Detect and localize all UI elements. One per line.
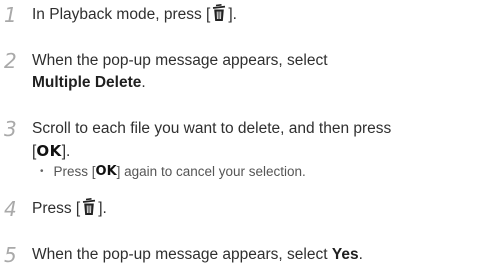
ok-button-glyph: OK <box>36 142 62 160</box>
step-text-after: ]. <box>98 200 107 217</box>
step-3-note: • Press [OK] again to cancel your select… <box>40 163 306 181</box>
step-text-after: . <box>358 246 363 263</box>
step-number: 1 <box>4 3 17 27</box>
multiple-delete-label: Multiple Delete <box>32 74 142 91</box>
trash-icon <box>83 198 96 215</box>
step-2: 2 When the pop-up message appears, selec… <box>4 50 482 94</box>
step-text-line1: Scroll to each file you want to delete, … <box>32 120 392 137</box>
step-text-after: ]. <box>228 6 237 23</box>
step-text-line1: When the pop-up message appears, select <box>32 52 328 69</box>
step-text-before: In Playback mode, press [ <box>32 6 211 23</box>
note-text-before: Press [ <box>53 164 96 179</box>
step-1: 1 In Playback mode, press [ ]. <box>4 4 482 26</box>
step-text: Press [ ]. <box>32 198 482 220</box>
note-text-after: ] again to cancel your selection. <box>116 164 306 179</box>
ok-button-glyph: OK <box>95 164 117 179</box>
step-text: In Playback mode, press [ ]. <box>32 4 482 26</box>
step-5: 5 When the pop-up message appears, selec… <box>4 244 482 266</box>
step-number: 4 <box>4 197 17 221</box>
step-text-before: Press [ <box>32 200 81 217</box>
step-number: 3 <box>4 117 17 141</box>
step-text-before: When the pop-up message appears, select <box>32 246 332 263</box>
step-number: 2 <box>4 49 17 73</box>
step-number: 5 <box>4 243 17 267</box>
step-4: 4 Press [ ]. <box>4 198 482 220</box>
step-3: 3 Scroll to each file you want to delete… <box>4 118 482 163</box>
step-text: When the pop-up message appears, select … <box>32 244 482 266</box>
step-text: Scroll to each file you want to delete, … <box>32 118 482 163</box>
step-text: When the pop-up message appears, select … <box>32 50 482 94</box>
bullet: • <box>40 166 44 177</box>
step-text-after: . <box>141 74 146 91</box>
trash-icon <box>213 4 226 21</box>
bracket-close: ]. <box>61 143 71 160</box>
yes-label: Yes <box>331 246 359 263</box>
